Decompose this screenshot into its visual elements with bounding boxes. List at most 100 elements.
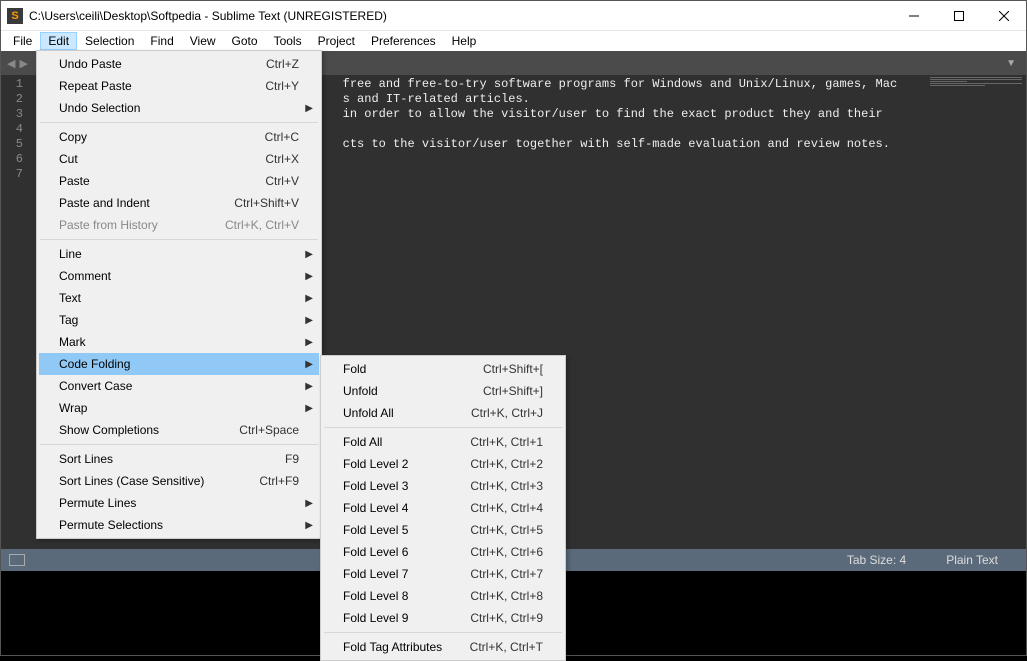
edit-menu-item-sort-lines-case-sensitive-[interactable]: Sort Lines (Case Sensitive)Ctrl+F9 [39, 470, 319, 492]
menu-item-label: Repeat Paste [59, 79, 265, 93]
menu-item-shortcut: F9 [285, 452, 299, 466]
menu-edit[interactable]: Edit [40, 32, 77, 50]
menu-item-label: Fold Level 8 [343, 589, 470, 603]
menu-item-label: Mark [59, 335, 299, 349]
folding-item-fold-level-3[interactable]: Fold Level 3Ctrl+K, Ctrl+3 [323, 475, 563, 497]
edit-menu-item-paste-from-history: Paste from HistoryCtrl+K, Ctrl+V [39, 214, 319, 236]
menu-preferences[interactable]: Preferences [363, 32, 444, 50]
menu-item-label: Permute Lines [59, 496, 299, 510]
menu-item-label: Paste [59, 174, 265, 188]
menu-item-label: Unfold All [343, 406, 471, 420]
minimap[interactable] [926, 75, 1026, 549]
submenu-arrow-icon: ▶ [305, 271, 313, 282]
folding-item-fold-level-4[interactable]: Fold Level 4Ctrl+K, Ctrl+4 [323, 497, 563, 519]
edit-menu-item-line[interactable]: Line▶ [39, 243, 319, 265]
menu-item-shortcut: Ctrl+K, Ctrl+6 [470, 545, 543, 559]
folding-item-unfold-all[interactable]: Unfold AllCtrl+K, Ctrl+J [323, 402, 563, 424]
submenu-arrow-icon: ▶ [305, 337, 313, 348]
edit-menu-item-code-folding[interactable]: Code Folding▶ [39, 353, 319, 375]
menu-item-label: Convert Case [59, 379, 299, 393]
folding-item-fold-level-8[interactable]: Fold Level 8Ctrl+K, Ctrl+8 [323, 585, 563, 607]
folding-item-fold-tag-attributes[interactable]: Fold Tag AttributesCtrl+K, Ctrl+T [323, 636, 563, 658]
menu-item-shortcut: Ctrl+K, Ctrl+5 [470, 523, 543, 537]
menu-item-label: Fold Level 3 [343, 479, 470, 493]
status-syntax[interactable]: Plain Text [926, 553, 1018, 567]
tab-prev-icon[interactable]: ◀ [5, 57, 17, 70]
maximize-icon [954, 11, 964, 21]
folding-item-fold-level-5[interactable]: Fold Level 5Ctrl+K, Ctrl+5 [323, 519, 563, 541]
menu-selection[interactable]: Selection [77, 32, 142, 50]
edit-menu-item-permute-selections[interactable]: Permute Selections▶ [39, 514, 319, 536]
edit-menu-item-sort-lines[interactable]: Sort LinesF9 [39, 448, 319, 470]
folding-item-fold-level-7[interactable]: Fold Level 7Ctrl+K, Ctrl+7 [323, 563, 563, 585]
menu-view[interactable]: View [182, 32, 224, 50]
close-button[interactable] [981, 1, 1026, 30]
line-number: 3 [1, 107, 33, 122]
edit-menu-item-tag[interactable]: Tag▶ [39, 309, 319, 331]
menu-item-label: Sort Lines (Case Sensitive) [59, 474, 259, 488]
folding-item-fold-level-9[interactable]: Fold Level 9Ctrl+K, Ctrl+9 [323, 607, 563, 629]
edit-menu-item-paste[interactable]: PasteCtrl+V [39, 170, 319, 192]
menu-item-label: Undo Selection [59, 101, 299, 115]
menu-item-label: Line [59, 247, 299, 261]
folding-item-fold-level-6[interactable]: Fold Level 6Ctrl+K, Ctrl+6 [323, 541, 563, 563]
menu-help[interactable]: Help [444, 32, 485, 50]
folding-item-fold[interactable]: FoldCtrl+Shift+[ [323, 358, 563, 380]
menu-separator [40, 122, 318, 123]
menu-item-label: Fold Level 2 [343, 457, 470, 471]
menu-item-label: Cut [59, 152, 265, 166]
menu-item-shortcut: Ctrl+K, Ctrl+9 [470, 611, 543, 625]
minimize-icon [909, 11, 919, 21]
menu-item-label: Comment [59, 269, 299, 283]
menu-item-shortcut: Ctrl+K, Ctrl+T [470, 640, 543, 654]
menubar: FileEditSelectionFindViewGotoToolsProjec… [1, 31, 1026, 51]
folding-item-fold-all[interactable]: Fold AllCtrl+K, Ctrl+1 [323, 431, 563, 453]
edit-menu-item-copy[interactable]: CopyCtrl+C [39, 126, 319, 148]
menu-item-label: Tag [59, 313, 299, 327]
menu-item-label: Fold [343, 362, 483, 376]
folding-item-unfold[interactable]: UnfoldCtrl+Shift+] [323, 380, 563, 402]
maximize-button[interactable] [936, 1, 981, 30]
menu-item-shortcut: Ctrl+K, Ctrl+J [471, 406, 543, 420]
edit-menu-item-convert-case[interactable]: Convert Case ▶ [39, 375, 319, 397]
edit-menu-item-permute-lines[interactable]: Permute Lines ▶ [39, 492, 319, 514]
status-tab-size[interactable]: Tab Size: 4 [827, 553, 926, 567]
menu-item-shortcut: Ctrl+F9 [259, 474, 299, 488]
menu-item-shortcut: Ctrl+K, Ctrl+4 [470, 501, 543, 515]
edit-menu-item-show-completions[interactable]: Show CompletionsCtrl+Space [39, 419, 319, 441]
edit-menu-item-text[interactable]: Text▶ [39, 287, 319, 309]
edit-menu-item-repeat-paste[interactable]: Repeat PasteCtrl+Y [39, 75, 319, 97]
edit-menu-item-mark[interactable]: Mark ▶ [39, 331, 319, 353]
edit-menu: Undo PasteCtrl+ZRepeat PasteCtrl+YUndo S… [36, 50, 322, 539]
submenu-arrow-icon: ▶ [305, 381, 313, 392]
edit-menu-item-comment[interactable]: Comment ▶ [39, 265, 319, 287]
panel-switcher-icon[interactable] [9, 554, 25, 566]
menu-item-label: Text [59, 291, 299, 305]
submenu-arrow-icon: ▶ [305, 498, 313, 509]
menu-separator [40, 444, 318, 445]
menu-find[interactable]: Find [142, 32, 181, 50]
tab-next-icon[interactable]: ▶ [17, 57, 29, 70]
menu-item-label: Paste from History [59, 218, 225, 232]
menu-item-shortcut: Ctrl+C [265, 130, 299, 144]
line-number: 7 [1, 167, 33, 182]
edit-menu-item-paste-and-indent[interactable]: Paste and IndentCtrl+Shift+V [39, 192, 319, 214]
edit-menu-item-cut[interactable]: CutCtrl+X [39, 148, 319, 170]
submenu-arrow-icon: ▶ [305, 403, 313, 414]
titlebar: S C:\Users\ceili\Desktop\Softpedia - Sub… [1, 1, 1026, 31]
menu-file[interactable]: File [5, 32, 40, 50]
minimize-button[interactable] [891, 1, 936, 30]
edit-menu-item-wrap[interactable]: Wrap▶ [39, 397, 319, 419]
menu-item-shortcut: Ctrl+Shift+] [483, 384, 543, 398]
edit-menu-item-undo-selection[interactable]: Undo Selection▶ [39, 97, 319, 119]
menu-tools[interactable]: Tools [266, 32, 310, 50]
menu-separator [324, 632, 562, 633]
tab-dropdown-icon[interactable]: ▼ [1000, 58, 1022, 69]
menu-project[interactable]: Project [310, 32, 363, 50]
window-controls [891, 1, 1026, 30]
line-number: 6 [1, 152, 33, 167]
folding-item-fold-level-2[interactable]: Fold Level 2Ctrl+K, Ctrl+2 [323, 453, 563, 475]
edit-menu-item-undo-paste[interactable]: Undo PasteCtrl+Z [39, 53, 319, 75]
menu-goto[interactable]: Goto [224, 32, 266, 50]
menu-item-shortcut: Ctrl+K, Ctrl+7 [470, 567, 543, 581]
